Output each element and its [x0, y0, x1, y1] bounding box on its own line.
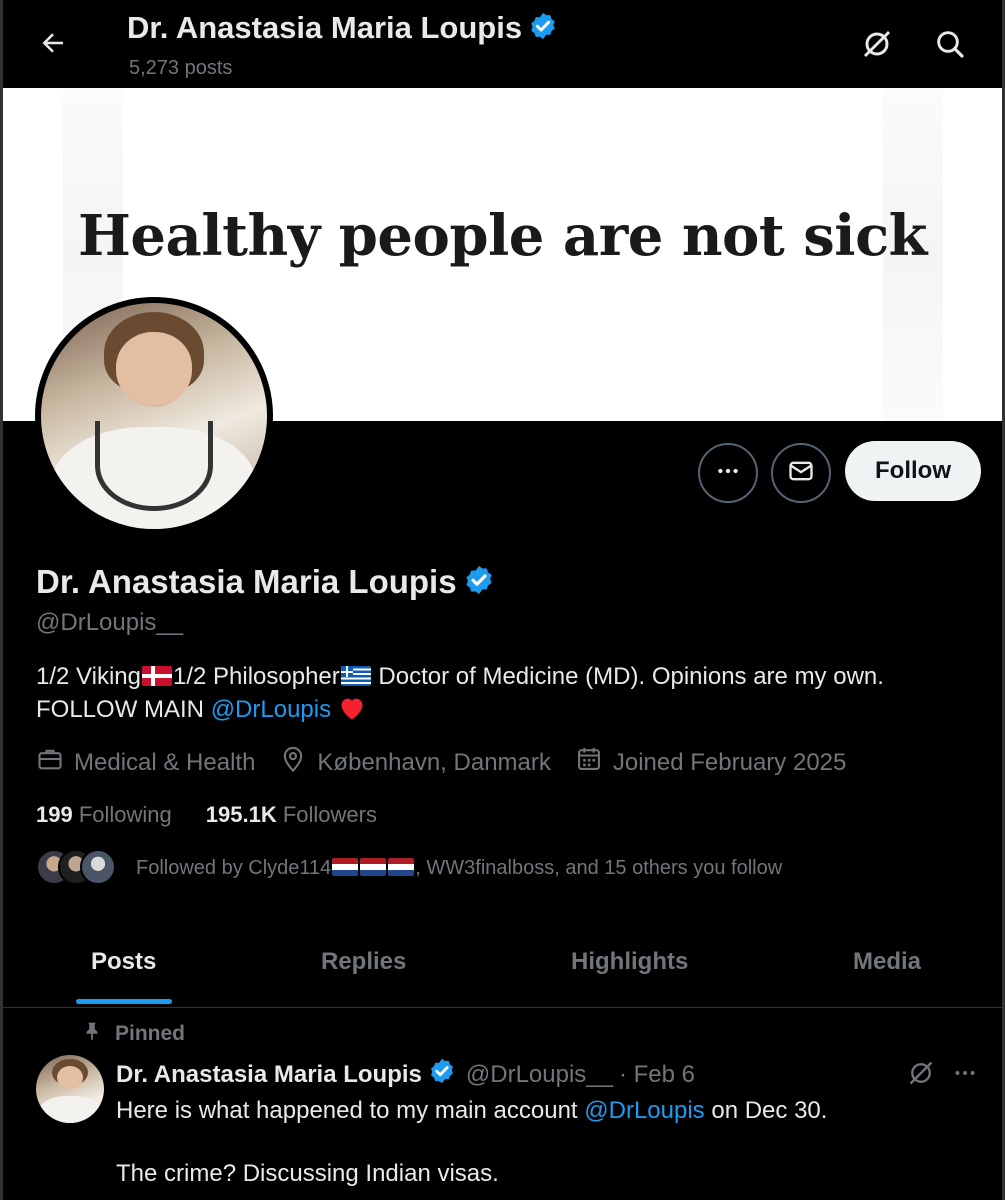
verified-badge-icon	[528, 11, 558, 46]
netherlands-flag-icon	[360, 857, 387, 876]
post-header: Dr. Anastasia Maria Loupis @DrLoupis__ ·…	[116, 1057, 695, 1092]
verified-badge-icon	[428, 1057, 456, 1092]
profile-joined: Joined February 2025	[575, 745, 846, 780]
topbar-name: Dr. Anastasia Maria Loupis	[127, 10, 523, 45]
verified-badge-icon[interactable]	[463, 564, 495, 601]
message-button[interactable]	[771, 443, 831, 503]
post-text-line2: The crime? Discussing Indian visas.	[116, 1160, 499, 1187]
post-author-avatar[interactable]	[36, 1055, 104, 1123]
followers-label: Followers	[282, 802, 377, 827]
profile-tabs: Posts Replies Highlights Media	[3, 930, 1002, 1008]
avatar	[80, 849, 116, 885]
post-text-part: Here is what happened to my main account	[116, 1097, 585, 1124]
post-text: Here is what happened to my main account…	[116, 1094, 976, 1127]
following-count: 199	[36, 802, 73, 827]
followers-link[interactable]: 195.1K Followers	[206, 802, 377, 828]
follow-button[interactable]: Follow	[845, 441, 981, 501]
profile-avatar[interactable]	[35, 297, 273, 535]
pinned-label: Pinned	[81, 1020, 185, 1048]
post-date[interactable]: · Feb 6	[619, 1061, 695, 1089]
banner-text: Healthy people are not sick	[78, 203, 927, 269]
bio-mention-link[interactable]: @DrLoupis	[211, 696, 331, 723]
profile-location: København, Danmark	[279, 745, 551, 780]
posts-count: 5,273 posts	[129, 57, 233, 79]
tab-highlights[interactable]: Highlights	[571, 948, 688, 976]
post-author-handle[interactable]: @DrLoupis__	[466, 1061, 613, 1089]
profile-meta: Medical & Health København, Danmark Join…	[36, 745, 870, 780]
profile-bio: 1/2 Viking 1/2 Philosopher Doctor of Medi…	[36, 660, 986, 726]
bio-text: FOLLOW MAIN	[36, 696, 211, 723]
post-author-name[interactable]: Dr. Anastasia Maria Loupis	[116, 1061, 422, 1089]
location-text: København, Danmark	[317, 748, 551, 776]
followed-by-avatars	[36, 849, 116, 887]
more-options-button[interactable]	[698, 443, 758, 503]
followed-by-text: Followed by Clyde114 , WW3finalboss, and …	[136, 857, 782, 880]
followed-by[interactable]: Followed by Clyde114 , WW3finalboss, and …	[36, 849, 782, 887]
grok-icon[interactable]	[859, 26, 895, 62]
denmark-flag-icon	[141, 666, 172, 686]
profile-display-name: Dr. Anastasia Maria Loupis	[36, 563, 457, 600]
following-label: Following	[78, 802, 172, 827]
tab-posts[interactable]: Posts	[91, 948, 156, 976]
mail-icon	[787, 457, 815, 490]
follow-stats: 199 Following 195.1K Followers	[36, 802, 377, 828]
briefcase-icon	[36, 745, 64, 780]
top-bar: Dr. Anastasia Maria Loupis 5,273 posts	[3, 0, 1002, 88]
search-icon[interactable]	[932, 26, 968, 62]
bio-text: 1/2 Viking	[36, 663, 141, 690]
active-tab-indicator	[76, 999, 172, 1004]
calendar-icon	[575, 745, 603, 780]
profile-name: Dr. Anastasia Maria Loupis	[36, 563, 495, 601]
category-text: Medical & Health	[74, 748, 256, 776]
bio-text: Doctor of Medicine (MD). Opinions are my…	[371, 663, 884, 690]
back-arrow-icon[interactable]	[35, 25, 71, 61]
tab-replies[interactable]: Replies	[321, 948, 406, 976]
netherlands-flag-icon	[388, 857, 415, 876]
heart-icon	[338, 696, 366, 723]
joined-text: Joined February 2025	[612, 748, 847, 776]
bio-text: 1/2 Philosopher	[172, 663, 340, 690]
profile-handle: @DrLoupis__	[36, 609, 184, 636]
location-pin-icon	[279, 745, 307, 780]
followers-count: 195.1K	[205, 802, 277, 827]
profile-category: Medical & Health	[36, 745, 255, 780]
post-mention-link[interactable]: @DrLoupis	[584, 1097, 704, 1124]
more-icon	[715, 458, 741, 489]
pin-icon	[81, 1020, 103, 1048]
tab-media[interactable]: Media	[853, 948, 921, 976]
following-link[interactable]: 199 Following	[36, 802, 172, 828]
grok-icon[interactable]	[905, 1057, 937, 1089]
greece-flag-icon	[340, 666, 371, 686]
post-text-part: on Dec 30.	[704, 1097, 828, 1124]
pinned-text: Pinned	[115, 1022, 186, 1045]
followed-by-prefix: Followed by Clyde114	[136, 856, 332, 879]
netherlands-flag-icon	[332, 857, 359, 876]
topbar-title: Dr. Anastasia Maria Loupis	[127, 10, 558, 46]
profile-page: Dr. Anastasia Maria Loupis 5,273 posts H…	[0, 0, 1005, 1200]
followed-by-suffix: , WW3finalboss, and 15 others you follow	[415, 856, 783, 879]
more-icon[interactable]	[949, 1057, 981, 1089]
